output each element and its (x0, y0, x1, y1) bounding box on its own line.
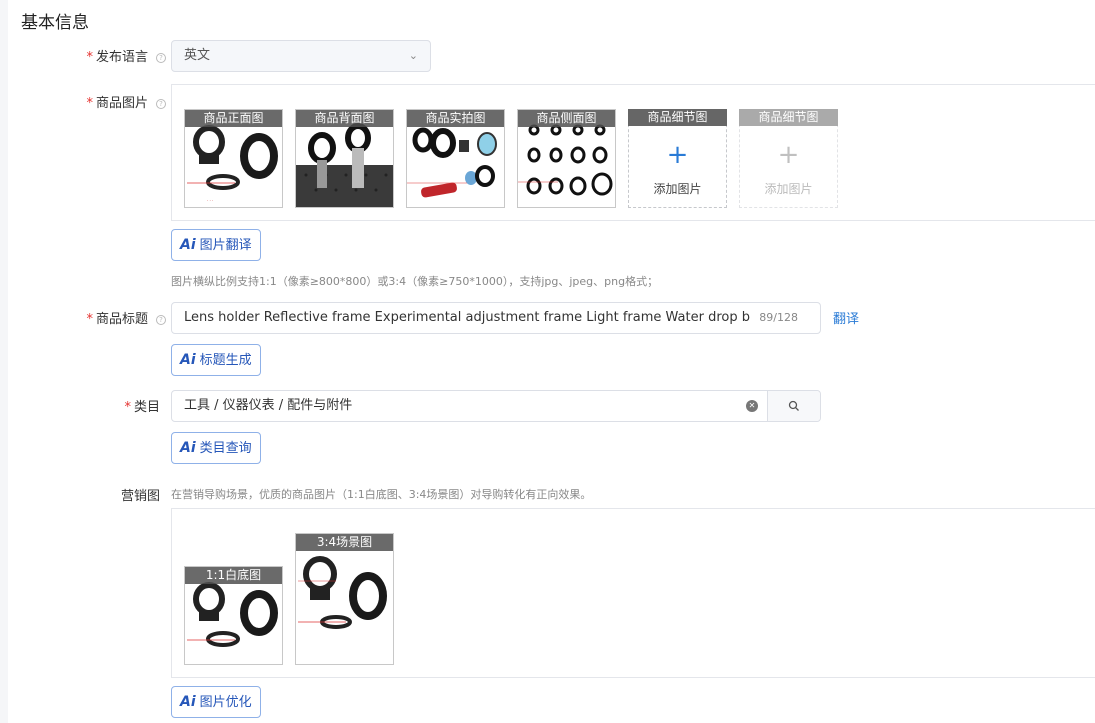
product-image-back[interactable]: 商品背面图 (295, 109, 394, 208)
title-label-text: 商品标题 (95, 312, 148, 327)
category-label-text: 类目 (133, 400, 160, 415)
image-optimize-button[interactable]: Ai 图片优化 (171, 686, 261, 718)
marketing-images-panel: 1:1白底图 3:4场景图 (171, 508, 1095, 678)
help-icon[interactable]: ? (156, 53, 166, 63)
lens-holder-photo (298, 556, 387, 629)
title-input[interactable]: Lens holder Reflective frame Experimenta… (171, 302, 821, 334)
marketing-hint: 在营销导购场景，优质的商品图片（1:1白底图、3:4场景图）对导购转化有正向效果… (171, 488, 592, 501)
add-image-text: 添加图片 (653, 182, 702, 196)
add-detail-image-button[interactable]: 商品细节图 + 添加图片 (628, 109, 727, 208)
clear-icon[interactable]: ✕ (746, 400, 758, 412)
section-title: 基本信息 (21, 13, 89, 33)
title-value: Lens holder Reflective frame Experimenta… (184, 310, 750, 325)
ai-icon: Ai (180, 352, 196, 368)
image-format-hint: 图片横纵比例支持1:1（像素≥800*800）或3:4（像素≥750*1000）… (171, 275, 659, 288)
help-icon[interactable]: ? (156, 99, 166, 109)
button-label: 标题生成 (199, 353, 252, 368)
product-image-front[interactable]: · · · 商品正面图 (184, 109, 283, 208)
required-mark: * (86, 96, 93, 111)
help-icon[interactable]: ? (156, 315, 166, 325)
ai-icon: Ai (180, 237, 196, 253)
language-select[interactable]: 英文 ⌄ (171, 40, 431, 72)
product-image-real[interactable]: 商品实拍图 (406, 109, 505, 208)
ai-icon: Ai (180, 440, 196, 456)
language-label-text: 发布语言 (95, 50, 148, 65)
category-value: 工具 / 仪器仪表 / 配件与附件 (184, 398, 353, 413)
image-caption: 商品正面图 (185, 110, 282, 127)
char-counter: 89/128 (759, 311, 798, 324)
add-image-text: 添加图片 (764, 182, 813, 196)
svg-text:· · ·: · · · (207, 198, 213, 203)
product-images-panel: · · · 商品正面图 商品背面图 商品实拍图 商品侧面图 商品细节图 + 添加… (171, 84, 1095, 221)
image-caption: 商品细节图 (739, 109, 838, 126)
category-input[interactable]: 工具 / 仪器仪表 / 配件与附件 ✕ (171, 390, 821, 422)
left-gutter (0, 0, 8, 723)
image-caption: 商品侧面图 (518, 110, 615, 127)
required-mark: * (86, 50, 93, 65)
image-caption: 商品实拍图 (407, 110, 504, 127)
category-query-button[interactable]: Ai 类目查询 (171, 432, 261, 464)
marketing-image-scene[interactable]: 3:4场景图 (295, 533, 394, 665)
images-label: * 商品图片? (60, 92, 166, 111)
button-label: 类目查询 (199, 441, 252, 456)
button-label: 图片翻译 (199, 238, 252, 253)
image-translate-button[interactable]: Ai 图片翻译 (171, 229, 261, 261)
title-generate-button[interactable]: Ai 标题生成 (171, 344, 261, 376)
ai-icon: Ai (180, 694, 196, 710)
marketing-label: 营销图 (120, 489, 160, 504)
image-caption: 1:1白底图 (185, 567, 282, 584)
product-image-side[interactable]: 商品侧面图 (517, 109, 616, 208)
image-caption: 商品背面图 (296, 110, 393, 127)
add-detail-image-button-disabled: 商品细节图 + 添加图片 (739, 109, 838, 208)
image-caption: 商品细节图 (628, 109, 727, 126)
plus-icon: + (777, 140, 800, 170)
category-label: * 类目 (60, 396, 160, 415)
title-label: * 商品标题? (60, 308, 166, 327)
required-mark: * (124, 400, 131, 415)
chevron-down-icon: ⌄ (408, 49, 418, 62)
button-label: 图片优化 (199, 695, 252, 710)
images-label-text: 商品图片 (95, 96, 148, 111)
language-label: * 发布语言? (60, 46, 166, 65)
image-caption: 3:4场景图 (296, 534, 393, 551)
marketing-image-white-bg[interactable]: 1:1白底图 (184, 566, 283, 665)
category-search-button[interactable] (767, 391, 820, 421)
required-mark: * (86, 312, 93, 327)
language-value: 英文 (184, 48, 211, 63)
plus-icon: + (666, 140, 689, 170)
search-icon (788, 400, 799, 411)
translate-link[interactable]: 翻译 (833, 308, 859, 327)
